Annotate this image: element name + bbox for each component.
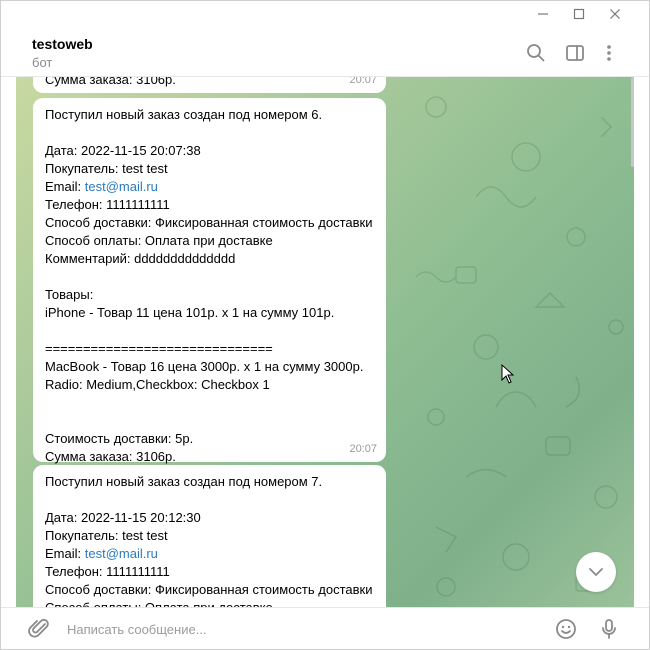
message-bubble[interactable]: Поступил новый заказ создан под номером … [33,465,386,607]
message-bubble[interactable]: Сумма заказа: 3106р. 20:07 [33,77,386,93]
message-text: ============================== [45,341,273,356]
chat-scrollbar[interactable] [631,77,634,167]
message-text: Radio: Medium,Checkbox: Checkbox 1 [45,377,270,392]
search-button[interactable] [524,41,548,65]
message-text: iPhone - Товар 11 цена 101р. х 1 на сумм… [45,305,335,320]
message-text: Поступил новый заказ создан под номером … [45,107,323,122]
message-text: Телефон: 1111111111 [45,197,170,212]
window-maximize-button[interactable] [561,1,597,27]
message-text: Способ оплаты: Оплата при доставке [45,233,273,248]
message-text: Способ оплаты: Оплата при доставке [45,599,374,607]
message-bubble[interactable]: Поступил новый заказ создан под номером … [33,98,386,464]
message-time: 20:07 [349,77,377,86]
chevron-down-icon [589,568,603,576]
chat-title: testoweb [32,36,93,52]
message-text: Комментарий: dddddddddddddd [45,251,236,266]
maximize-icon [573,8,585,20]
window-titlebar [1,1,649,27]
more-menu-button[interactable] [597,41,621,65]
chat-header[interactable]: testoweb бот [1,27,649,77]
message-text: Email: test@mail.ru [45,545,374,563]
sidebar-toggle-button[interactable] [563,41,587,65]
more-vertical-icon [607,45,611,61]
search-icon [527,44,545,62]
message-text: Телефон: 1111111111 [45,564,170,579]
window-left-border [1,77,16,607]
message-text: Сумма заказа: 3106р. [45,77,176,87]
microphone-icon [602,619,616,639]
message-text: MacBook - Товар 16 цена 3000р. х 1 на су… [45,359,364,374]
message-text: Сумма заказа: 3106р. [45,449,176,464]
message-text: Способ доставки: Фиксированная стоимость… [45,582,373,597]
email-link[interactable]: test@mail.ru [85,546,158,561]
message-text: Покупатель: test test [45,528,168,543]
message-text: Товары: [45,287,94,302]
close-icon [610,9,620,19]
attach-button[interactable] [28,617,52,641]
message-history[interactable]: Сумма заказа: 3106р. 20:07 Поступил новы… [16,77,634,607]
window-minimize-button[interactable] [525,1,561,27]
message-text: Дата: 2022-11-15 20:07:38 [45,143,201,158]
message-text: Покупатель: test test [45,161,168,176]
smile-icon [556,619,576,639]
scroll-to-bottom-button[interactable] [576,552,616,592]
sidebar-toggle-icon [566,45,584,61]
emoji-button[interactable] [554,617,578,641]
message-text: Email: test@mail.ru [45,178,374,196]
email-link[interactable]: test@mail.ru [85,179,158,194]
email-label: Email: [45,179,85,194]
message-time: 20:07 [349,443,377,455]
message-composer [1,607,649,649]
paperclip-icon [28,618,49,638]
email-label: Email: [45,546,85,561]
mouse-cursor-icon [501,364,515,384]
telegram-window: testoweb бот Сумма заказа: 3106р. 20:07 … [0,0,650,650]
message-text: Дата: 2022-11-15 20:12:30 [45,510,201,525]
message-input[interactable] [67,618,527,640]
voice-message-button[interactable] [597,617,621,641]
message-text: Способ доставки: Фиксированная стоимость… [45,215,373,230]
minimize-icon [538,13,548,15]
chat-status: бот [32,55,53,70]
window-right-border [634,77,649,607]
message-text: Стоимость доставки: 5р. [45,431,194,446]
message-text: Поступил новый заказ создан под номером … [45,474,323,489]
window-close-button[interactable] [597,1,633,27]
